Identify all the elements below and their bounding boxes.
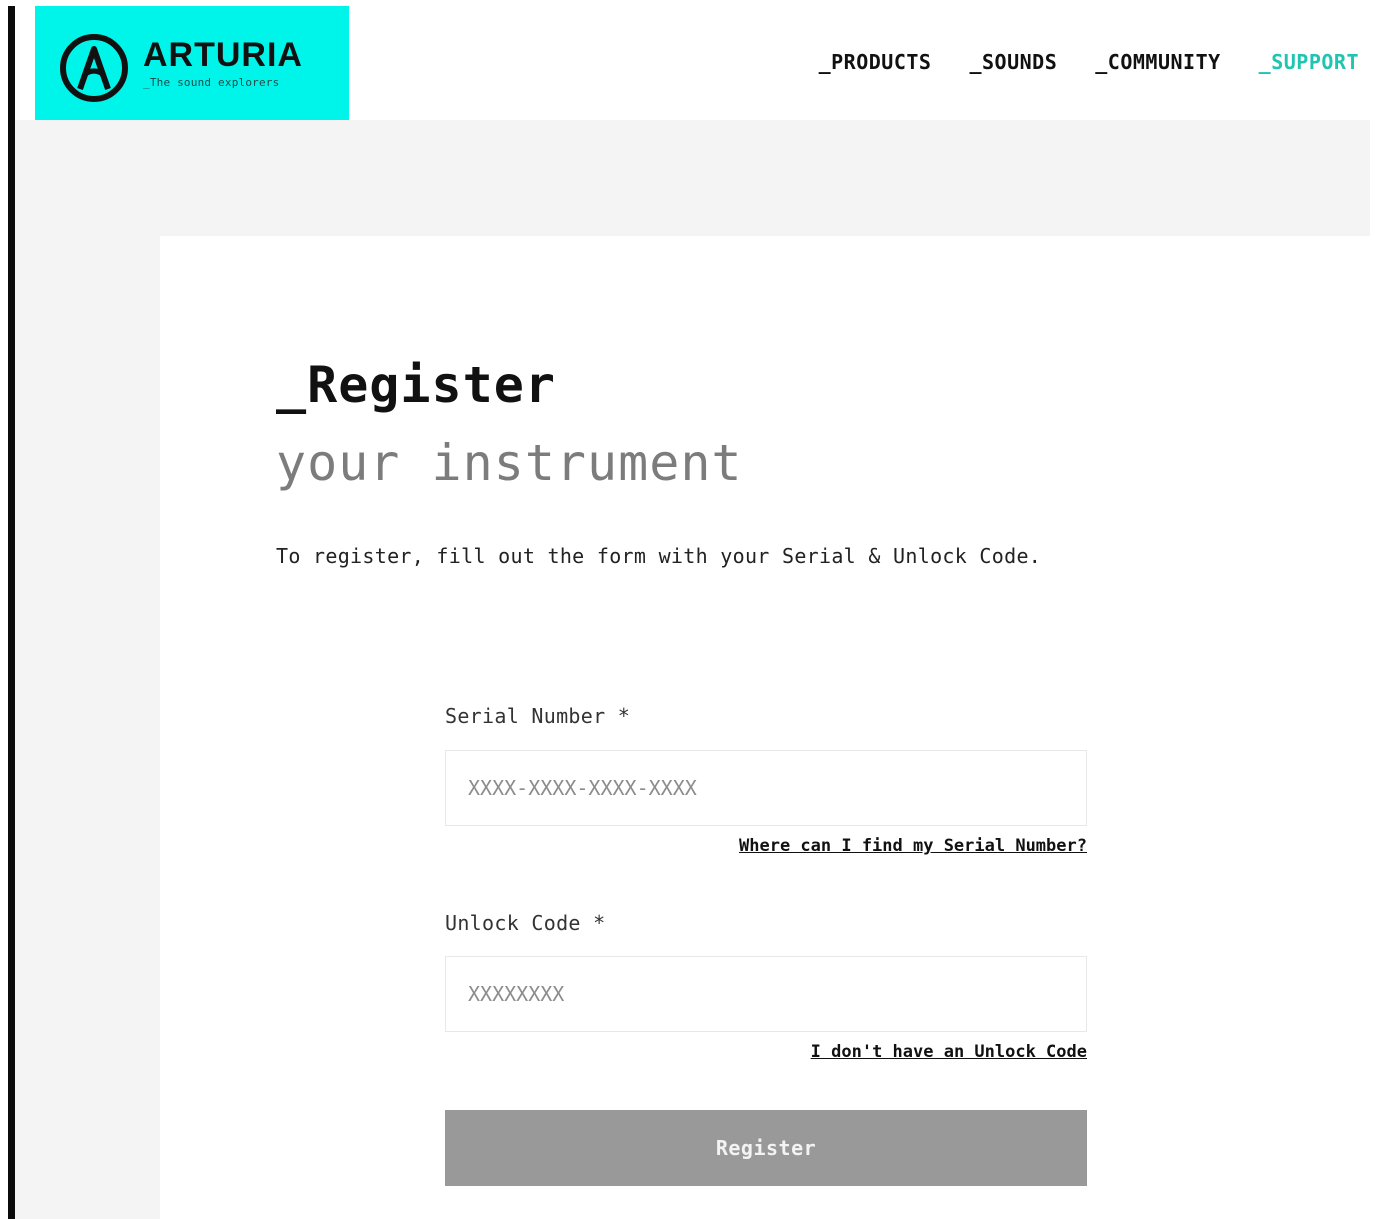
nav-item-products[interactable]: _PRODUCTS [819,50,932,74]
site-header: ARTURIA _The sound explorers _PRODUCTS _… [15,6,1375,120]
brand-tagline: _The sound explorers [143,76,280,89]
brand-name: ARTURIA [143,36,303,74]
arturia-a-circle-icon [60,34,128,102]
nav-item-community[interactable]: _COMMUNITY [1095,50,1220,74]
main-nav: _PRODUCTS _SOUNDS _COMMUNITY _SUPPORT [819,50,1359,74]
find-serial-link[interactable]: Where can I find my Serial Number? [739,836,1087,856]
page-subtitle: your instrument [276,434,743,492]
unlock-code-input[interactable] [445,956,1087,1032]
serial-number-label: Serial Number * [445,704,631,728]
page-title: _Register [276,356,556,414]
window-left-edge [8,6,15,1219]
nav-item-support[interactable]: _SUPPORT [1259,50,1359,74]
register-button[interactable]: Register [445,1110,1087,1186]
serial-number-input[interactable] [445,750,1087,826]
unlock-code-label: Unlock Code * [445,911,606,935]
intro-text: To register, fill out the form with your… [276,544,1042,568]
no-unlock-code-link[interactable]: I don't have an Unlock Code [811,1042,1087,1062]
nav-item-sounds[interactable]: _SOUNDS [969,50,1057,74]
brand-logo[interactable]: ARTURIA _The sound explorers [35,6,349,120]
